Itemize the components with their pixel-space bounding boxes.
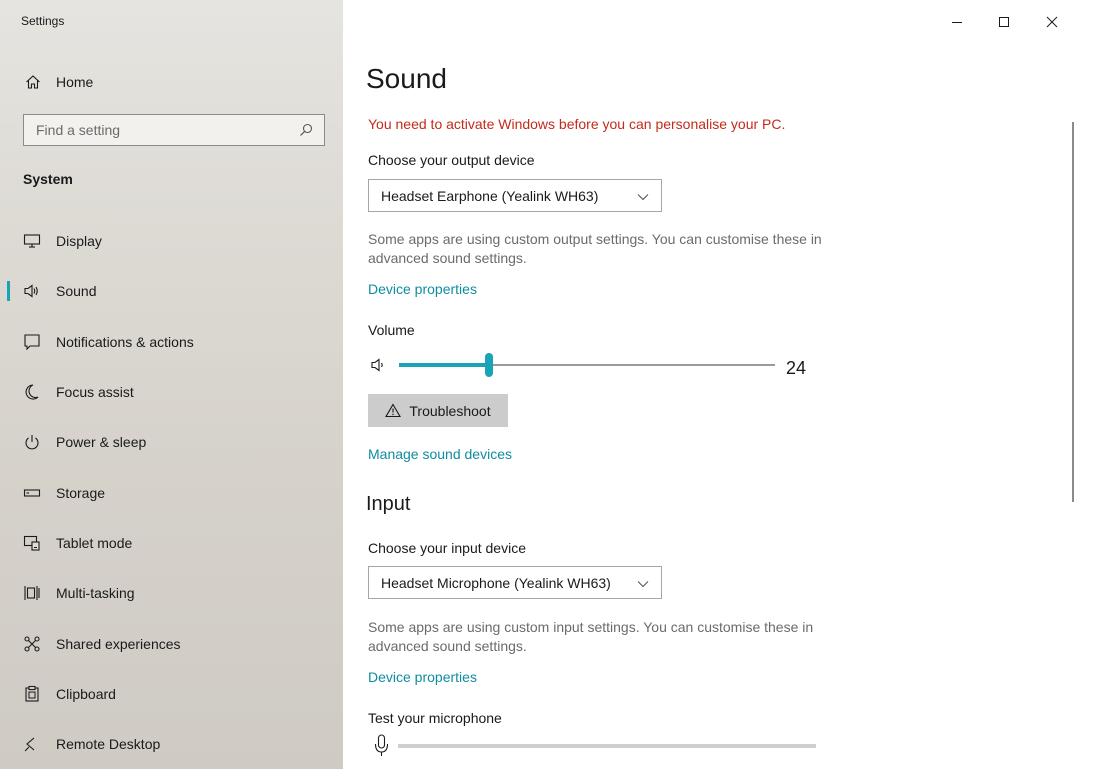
sidebar-item-label: Shared experiences (56, 635, 181, 652)
volume-slider-fill (399, 363, 490, 367)
volume-label: Volume (368, 322, 415, 338)
sidebar-item-shared-experiences[interactable]: Shared experiences (0, 618, 343, 668)
multitasking-icon (22, 583, 42, 603)
sidebar: Settings Home System Display Sound (0, 0, 343, 769)
power-icon (22, 432, 42, 452)
chevron-down-icon (637, 188, 649, 204)
volume-slider-thumb[interactable] (485, 353, 494, 377)
notification-icon (22, 332, 42, 352)
main-content: Sound You need to activate Windows befor… (343, 0, 1104, 769)
sidebar-item-sound[interactable]: Sound (0, 266, 343, 316)
sidebar-item-label: Multi-tasking (56, 585, 135, 602)
sidebar-item-tablet-mode[interactable]: Tablet mode (0, 518, 343, 568)
sidebar-item-notifications[interactable]: Notifications & actions (0, 317, 343, 367)
warning-icon (385, 403, 402, 419)
sidebar-item-label: Clipboard (56, 685, 116, 702)
page-title: Sound (366, 63, 447, 94)
sidebar-item-label: Notifications & actions (56, 333, 194, 350)
app-title: Settings (21, 14, 65, 28)
storage-icon (22, 483, 42, 503)
sidebar-item-label: Tablet mode (56, 534, 133, 551)
remote-desktop-icon (22, 734, 42, 754)
speaker-icon (22, 281, 42, 301)
shared-experiences-icon (22, 634, 42, 654)
search-box[interactable] (23, 114, 325, 146)
search-icon[interactable] (298, 122, 314, 138)
sidebar-item-display[interactable]: Display (0, 216, 343, 266)
clipboard-icon (22, 684, 42, 704)
volume-value: 24 (786, 358, 807, 378)
search-input[interactable] (36, 122, 298, 138)
display-icon (22, 231, 42, 251)
sidebar-item-label: Focus assist (56, 384, 134, 401)
microphone-icon (373, 734, 391, 758)
section-label-system: System (23, 171, 73, 187)
sidebar-nav: Display Sound Notifications & actions Fo… (0, 216, 343, 769)
tablet-mode-icon (22, 533, 42, 553)
input-help-text: Some apps are using custom input setting… (368, 619, 814, 654)
sidebar-item-power-sleep[interactable]: Power & sleep (0, 417, 343, 467)
troubleshoot-button[interactable]: Troubleshoot (368, 394, 508, 427)
moon-icon (22, 382, 42, 402)
input-device-label: Choose your input device (368, 540, 526, 556)
output-device-label: Choose your output device (368, 152, 535, 168)
home-label: Home (56, 74, 94, 90)
activation-warning: You need to activate Windows before you … (368, 116, 786, 132)
output-help-text: Some apps are using custom output settin… (368, 231, 822, 266)
output-device-value: Headset Earphone (Yealink WH63) (381, 187, 599, 204)
sidebar-item-focus-assist[interactable]: Focus assist (0, 367, 343, 417)
sidebar-item-label: Storage (56, 484, 106, 501)
test-microphone-label: Test your microphone (368, 710, 502, 726)
scrollbar[interactable] (1072, 122, 1074, 502)
microphone-level-meter (373, 734, 823, 760)
sidebar-item-remote-desktop[interactable]: Remote Desktop (0, 719, 343, 769)
manage-sound-devices-link[interactable]: Manage sound devices (368, 446, 512, 462)
volume-control (370, 353, 840, 379)
chevron-down-icon (637, 575, 649, 591)
input-device-properties-link[interactable]: Device properties (368, 669, 477, 685)
sidebar-item-label: Power & sleep (56, 434, 147, 451)
input-device-value: Headset Microphone (Yealink WH63) (381, 574, 611, 591)
input-device-dropdown[interactable]: Headset Microphone (Yealink WH63) (368, 566, 662, 599)
sidebar-item-clipboard[interactable]: Clipboard (0, 669, 343, 719)
microphone-level-bar (398, 744, 816, 748)
home-icon (24, 73, 42, 91)
sidebar-item-multitasking[interactable]: Multi-tasking (0, 568, 343, 618)
input-heading: Input (366, 493, 411, 515)
sidebar-item-label: Remote Desktop (56, 736, 161, 753)
sidebar-item-label: Display (56, 233, 102, 250)
output-device-properties-link[interactable]: Device properties (368, 281, 477, 297)
troubleshoot-label: Troubleshoot (409, 402, 491, 419)
sidebar-item-storage[interactable]: Storage (0, 467, 343, 517)
sidebar-item-label: Sound (56, 283, 97, 300)
output-device-dropdown[interactable]: Headset Earphone (Yealink WH63) (368, 179, 662, 212)
volume-slider[interactable] (399, 353, 775, 377)
home-nav-item[interactable]: Home (24, 71, 93, 93)
volume-speaker-icon[interactable] (370, 356, 388, 374)
